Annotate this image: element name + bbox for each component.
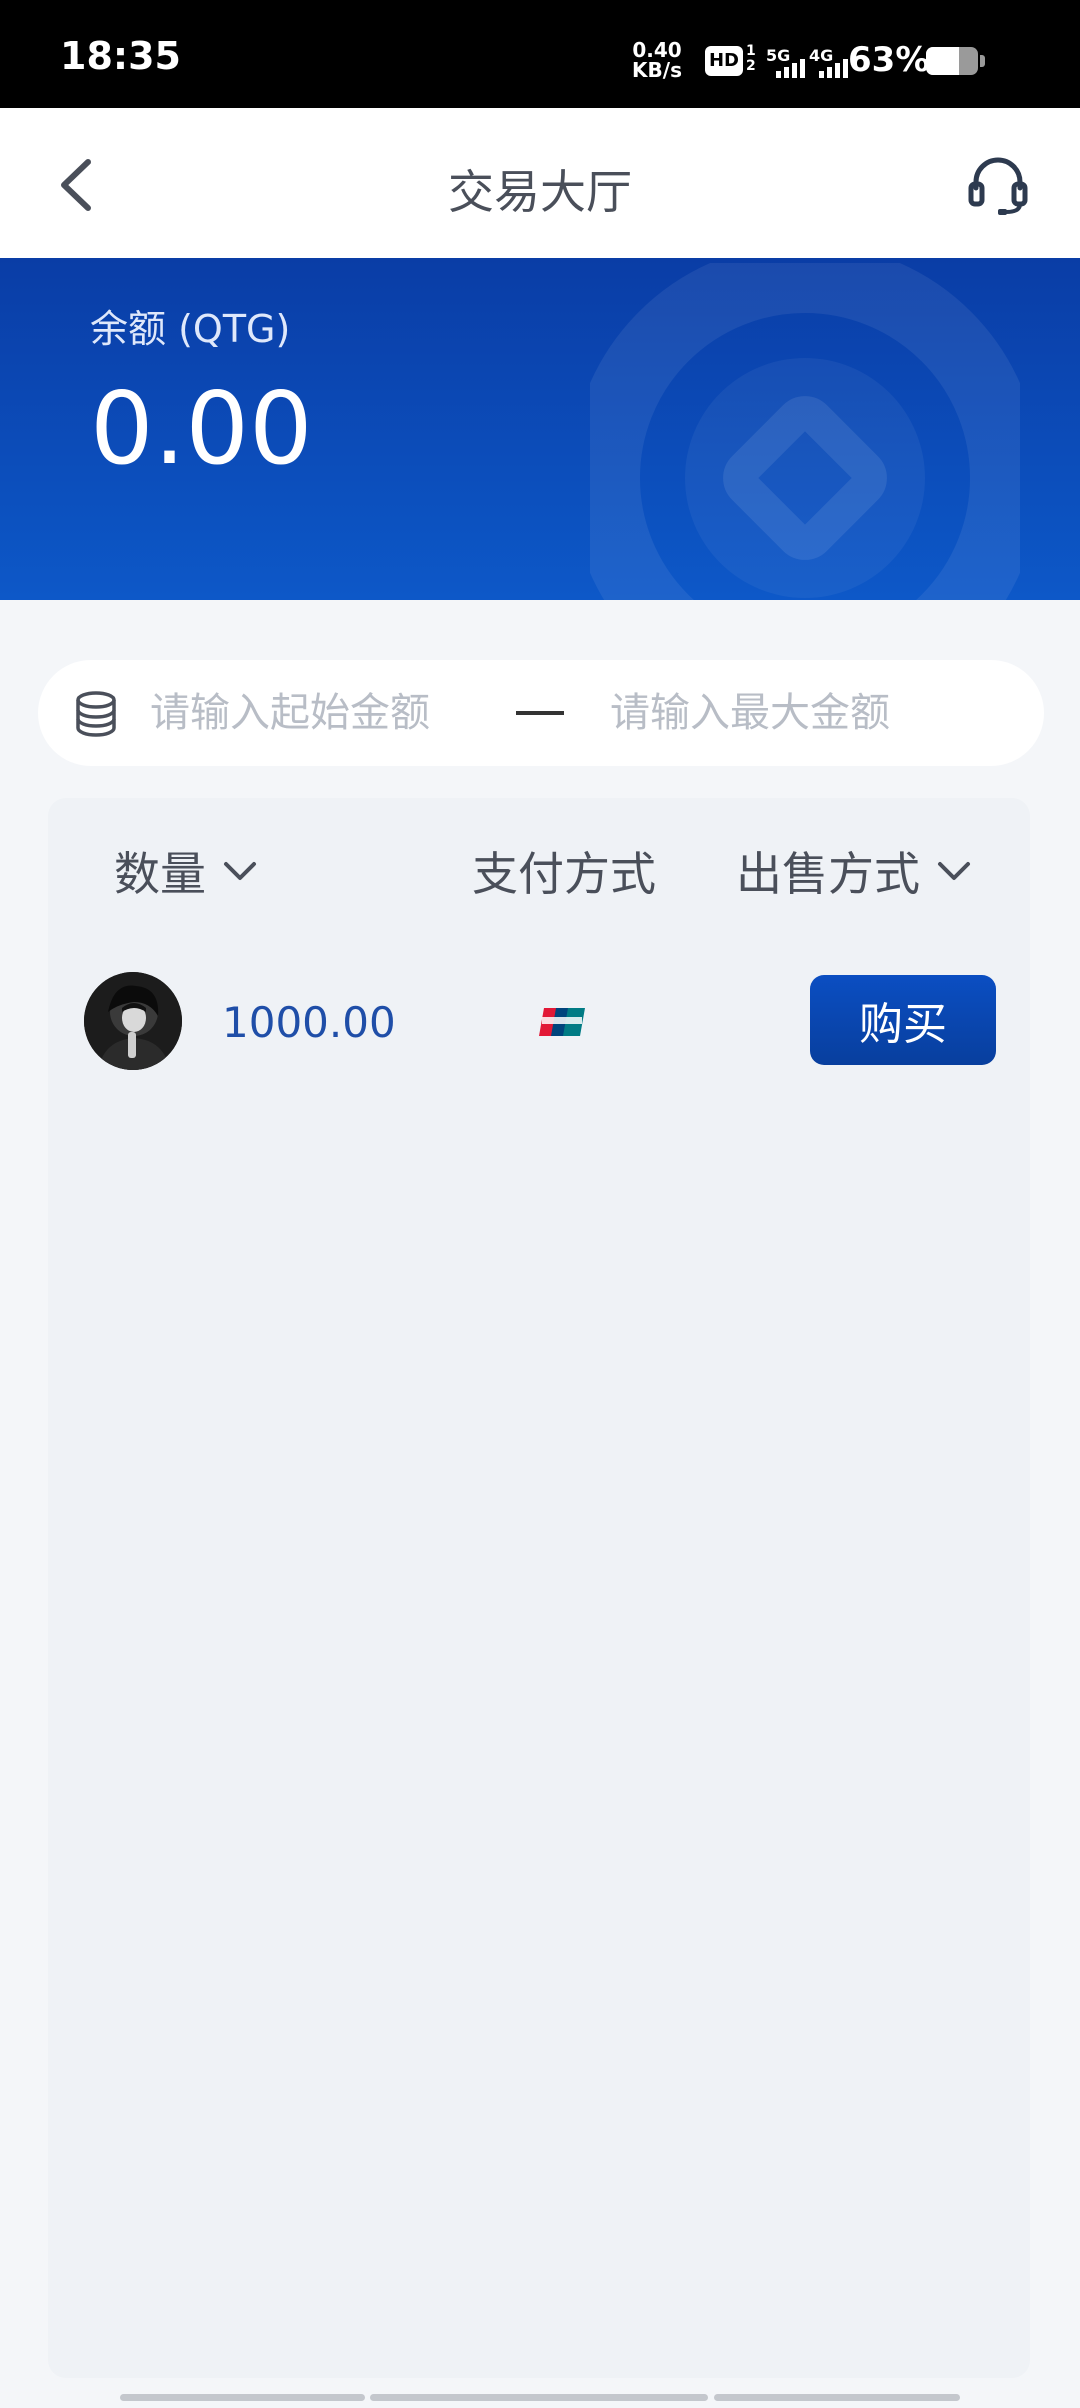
- payment-column-label: 支付方式: [472, 847, 656, 901]
- quantity-column-label: 数量: [114, 847, 206, 901]
- customer-service-button[interactable]: [966, 152, 1030, 218]
- quantity-sort-dropdown[interactable]: 数量: [114, 838, 258, 904]
- balance-value: 0.00: [90, 370, 313, 487]
- listings-panel: 数量 支付方式 出售方式 1000.00 购买: [48, 798, 1030, 2378]
- coin-watermark-icon: [590, 263, 1020, 600]
- sale-method-dropdown[interactable]: 出售方式: [736, 838, 972, 904]
- network-speed: 0.40 KB/s: [632, 38, 682, 82]
- payment-column-header: 支付方式: [472, 838, 656, 904]
- max-amount-input[interactable]: [610, 682, 1010, 744]
- hd-voice-icon: HD: [705, 46, 743, 76]
- status-bar: 18:35 0.40 KB/s HD 1 2 5G 4G 63%: [0, 0, 1080, 108]
- battery-icon: [926, 47, 978, 75]
- balance-label: 余额 (QTG): [90, 307, 291, 351]
- status-time: 18:35: [60, 34, 181, 78]
- page-title: 交易大厅: [448, 165, 632, 219]
- gesture-bar-left: [120, 2394, 365, 2401]
- seller-avatar[interactable]: [84, 972, 182, 1070]
- amount-range-filter: [38, 660, 1044, 766]
- listing-amount: 1000.00: [222, 998, 396, 1047]
- chevron-down-icon: [224, 862, 256, 880]
- gesture-bar-right: [714, 2394, 960, 2401]
- battery-percent: 63%: [848, 40, 930, 80]
- hd-sim-index: 1 2: [746, 43, 756, 74]
- unionpay-icon: [539, 1008, 585, 1036]
- buy-button[interactable]: 购买: [810, 975, 996, 1065]
- gesture-bar-center: [370, 2394, 708, 2401]
- balance-banner: 余额 (QTG) 0.00: [0, 258, 1080, 600]
- avatar-image: [84, 972, 182, 1070]
- chevron-down-icon: [938, 862, 970, 880]
- min-amount-input[interactable]: [150, 682, 480, 744]
- range-separator: [516, 711, 564, 715]
- headset-icon: [968, 157, 1028, 215]
- app-header: 交易大厅: [0, 108, 1080, 258]
- coin-stack-icon: [76, 691, 116, 737]
- sale-method-column-label: 出售方式: [736, 847, 920, 901]
- listing-row: 1000.00 购买: [48, 966, 1030, 1076]
- status-icons: 0.40 KB/s HD 1 2 5G 4G 63%: [560, 0, 1080, 108]
